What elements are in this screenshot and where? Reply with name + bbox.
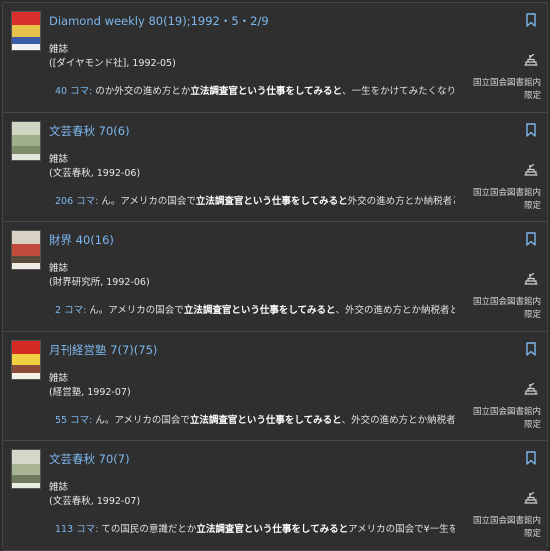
- cover-band: [12, 12, 40, 26]
- snippet-highlight: 立法調査官という仕事をしてみると: [190, 86, 343, 97]
- koma-link[interactable]: 206 コマ:: [55, 196, 98, 207]
- material-type: 雑誌: [49, 372, 69, 384]
- cover-band: [12, 25, 40, 37]
- access-restriction-label: 国立国会図書館内限定: [472, 187, 541, 211]
- cover-band: [12, 146, 40, 154]
- bookmark-icon[interactable]: [525, 451, 537, 466]
- result-title-link[interactable]: 文芸春秋 70(6): [49, 123, 130, 139]
- snippet-text: のか外交の進め方とか: [92, 86, 191, 97]
- snippet-text: 、一生をかけてみたくなりました。アメリ…: [342, 86, 455, 97]
- library-restricted-icon: [524, 163, 538, 176]
- snippet-text: ん。アメリカの国会で: [92, 414, 190, 426]
- search-results-list: Diamond weekly 80(19);1992・5・2/9 雑誌 ([ダイ…: [2, 2, 548, 551]
- snippet-text: 、外交の進め方とか納税者としての: [335, 305, 455, 317]
- snippet-text: ん。アメリカの国会で: [86, 305, 184, 317]
- cover-thumbnail[interactable]: [11, 449, 41, 490]
- fulltext-snippet: 206 コマ: ん。アメリカの国会で立法調査官という仕事をしてみると外交の進め方…: [55, 193, 455, 207]
- fulltext-snippet: 40 コマ: のか外交の進め方とか立法調査官という仕事をしてみると、一生をかけて…: [55, 83, 455, 97]
- publisher-date: (文芸春秋, 1992-07): [49, 496, 141, 508]
- access-restriction-label: 国立国会図書館内限定: [472, 78, 541, 101]
- result-card: Diamond weekly 80(19);1992・5・2/9 雑誌 ([ダイ…: [3, 3, 547, 113]
- cover-band: [12, 244, 40, 256]
- cover-band: [12, 263, 40, 270]
- cover-band: [12, 121, 40, 135]
- bookmark-icon[interactable]: [525, 13, 537, 27]
- snippet-text: アメリカの国会で¥一生をかけてみたく…: [348, 524, 455, 536]
- library-restricted-icon: [524, 53, 538, 66]
- result-title-link[interactable]: 月刊経営塾 7(7)(75): [49, 342, 157, 358]
- result-card: 文芸春秋 70(6) 雑誌 (文芸春秋, 1992-06) 206 コマ: ん。…: [3, 112, 547, 223]
- cover-band: [12, 373, 40, 379]
- cover-band: [12, 134, 40, 147]
- access-restriction-label: 国立国会図書館内限定: [472, 516, 541, 540]
- material-type: 雑誌: [49, 482, 69, 494]
- snippet-text: ん。アメリカの国会で: [98, 195, 196, 207]
- snippet-highlight: 立法調査官という仕事をしてみると: [196, 524, 349, 536]
- access-restriction-label: 国立国会図書館内限定: [472, 406, 541, 430]
- cover-band: [12, 44, 40, 50]
- cover-band: [12, 475, 40, 483]
- cover-band: [12, 450, 40, 464]
- cover-thumbnail[interactable]: [11, 339, 41, 380]
- material-type: 雑誌: [49, 153, 69, 165]
- library-restricted-icon: [524, 273, 538, 285]
- publisher-date: (経営塾, 1992-07): [49, 386, 131, 398]
- cover-band: [12, 482, 40, 489]
- snippet-text: 、外交の進め方とか納税者としての国民の…: [341, 414, 455, 426]
- cover-band: [12, 340, 40, 355]
- library-restricted-icon: [524, 382, 538, 395]
- cover-band: [12, 36, 40, 45]
- fulltext-snippet: 113 コマ: ての国民の意識だとか立法調査官という仕事をしてみるとアメリカの国…: [55, 521, 455, 535]
- koma-link[interactable]: 40 コマ:: [55, 86, 92, 97]
- cover-band: [12, 354, 40, 366]
- cover-band: [12, 365, 40, 374]
- bookmark-icon[interactable]: [525, 342, 537, 356]
- cover-band: [12, 463, 40, 476]
- publisher-date: (文芸春秋, 1992-06): [49, 167, 141, 179]
- cover-thumbnail[interactable]: [11, 11, 41, 51]
- cover-thumbnail[interactable]: [11, 230, 41, 271]
- bookmark-icon[interactable]: [525, 122, 537, 137]
- fulltext-snippet: 2 コマ: ん。アメリカの国会で立法調査官という仕事をしてみると、外交の進め方と…: [55, 302, 455, 316]
- bookmark-icon[interactable]: [525, 232, 537, 246]
- cover-band: [12, 231, 40, 245]
- result-card: 文芸春秋 70(7) 雑誌 (文芸春秋, 1992-07) 113 コマ: ての…: [3, 441, 547, 551]
- koma-link[interactable]: 113 コマ:: [55, 524, 98, 535]
- publisher-date: (財界研究所, 1992-06): [49, 277, 150, 289]
- cover-thumbnail[interactable]: [11, 120, 41, 161]
- koma-link[interactable]: 55 コマ:: [55, 415, 92, 426]
- publisher-date: ([ダイヤモンド社], 1992-05): [49, 58, 176, 69]
- snippet-highlight: 立法調査官という仕事をしてみると: [183, 305, 336, 317]
- result-title-link[interactable]: 財界 40(16): [49, 232, 114, 248]
- snippet-highlight: 立法調査官という仕事をしてみると: [189, 414, 342, 426]
- access-restriction-label: 国立国会図書館内限定: [472, 297, 541, 321]
- snippet-text: ての国民の意識だとか: [98, 524, 197, 536]
- material-type: 雑誌: [49, 44, 69, 55]
- koma-link[interactable]: 2 コマ:: [55, 305, 86, 316]
- result-title-link[interactable]: 文芸春秋 70(7): [49, 451, 130, 467]
- result-card: 月刊経営塾 7(7)(75) 雑誌 (経営塾, 1992-07) 55 コマ: …: [3, 331, 547, 442]
- library-restricted-icon: [524, 492, 538, 504]
- result-card: 財界 40(16) 雑誌 (財界研究所, 1992-06) 2 コマ: ん。アメ…: [3, 222, 547, 332]
- cover-band: [12, 153, 40, 160]
- fulltext-snippet: 55 コマ: ん。アメリカの国会で立法調査官という仕事をしてみると、外交の進め方…: [55, 412, 455, 426]
- snippet-highlight: 立法調査官という仕事をしてみると: [195, 195, 348, 207]
- result-title-link[interactable]: Diamond weekly 80(19);1992・5・2/9: [49, 13, 269, 29]
- snippet-text: 外交の進め方とか納税者としての国民の…: [347, 195, 455, 207]
- cover-band: [12, 255, 40, 264]
- material-type: 雑誌: [49, 263, 69, 275]
